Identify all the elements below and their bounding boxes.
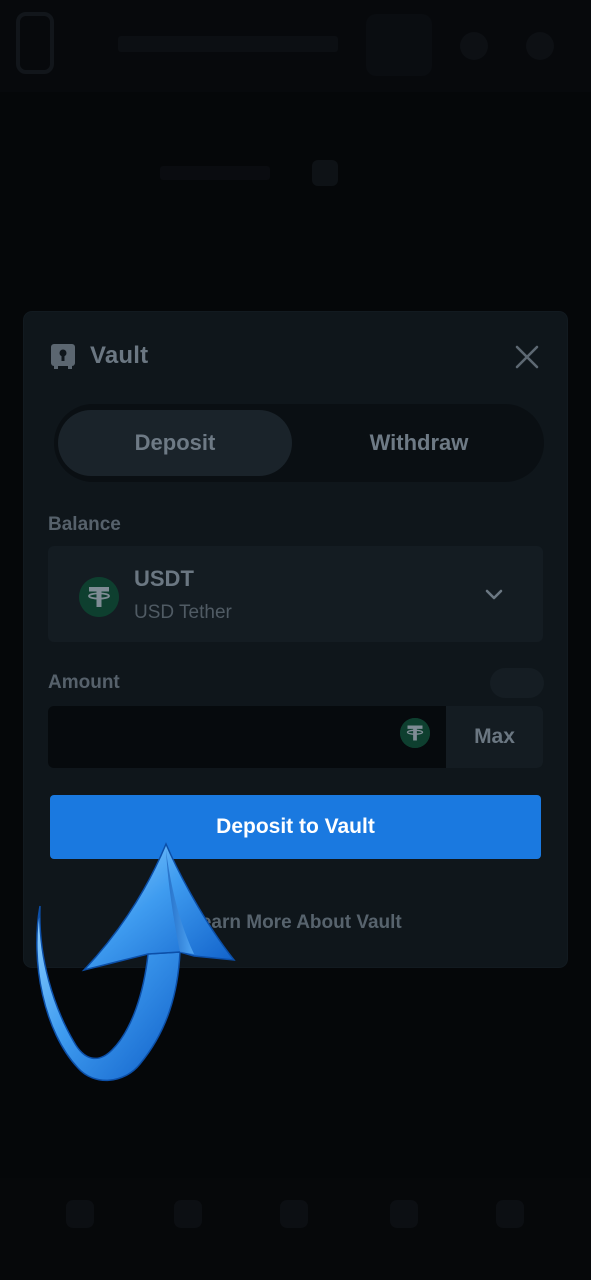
nav-icon: [390, 1200, 418, 1228]
balance-label: Balance: [48, 514, 121, 535]
currency-code: USDT: [134, 566, 194, 591]
tab-deposit[interactable]: Deposit: [58, 410, 292, 476]
vault-icon: [50, 343, 76, 369]
modal-title: Vault: [90, 342, 149, 369]
tether-icon: [400, 718, 430, 748]
currency-name: USD Tether: [134, 602, 232, 623]
currency-select[interactable]: USDT USD Tether: [48, 546, 543, 642]
close-button[interactable]: [514, 344, 540, 370]
tether-icon: [79, 577, 119, 617]
brand-name: [118, 36, 338, 52]
user-icon: [460, 32, 488, 60]
app-screen: Vault Deposit Withdraw Balance USDT USD: [0, 0, 591, 1280]
nav-icon: [174, 1200, 202, 1228]
site-logo: [16, 12, 54, 74]
deposit-to-vault-button[interactable]: Deposit to Vault: [50, 795, 541, 859]
background-text: [160, 166, 270, 180]
learn-more-link[interactable]: Learn More About Vault: [24, 912, 567, 934]
wallet-button: [366, 14, 432, 76]
background-header: [0, 0, 591, 92]
vault-modal: Vault Deposit Withdraw Balance USDT USD: [24, 312, 567, 967]
tab-withdraw[interactable]: Withdraw: [304, 410, 534, 476]
chevron-down-icon: [482, 582, 506, 606]
amount-input[interactable]: [48, 706, 426, 768]
nav-icon: [280, 1200, 308, 1228]
max-button[interactable]: Max: [446, 706, 543, 768]
nav-icon: [66, 1200, 94, 1228]
bell-icon: [526, 32, 554, 60]
nav-icon: [496, 1200, 524, 1228]
deposit-withdraw-tabs: Deposit Withdraw: [54, 404, 544, 482]
amount-toggle[interactable]: [490, 668, 544, 698]
modal-header: Vault: [50, 338, 148, 374]
background-bottom-nav: [0, 1178, 591, 1280]
close-icon[interactable]: [514, 344, 540, 370]
amount-field: Max: [48, 706, 543, 768]
amount-label: Amount: [48, 672, 120, 693]
background-icon: [312, 160, 338, 186]
